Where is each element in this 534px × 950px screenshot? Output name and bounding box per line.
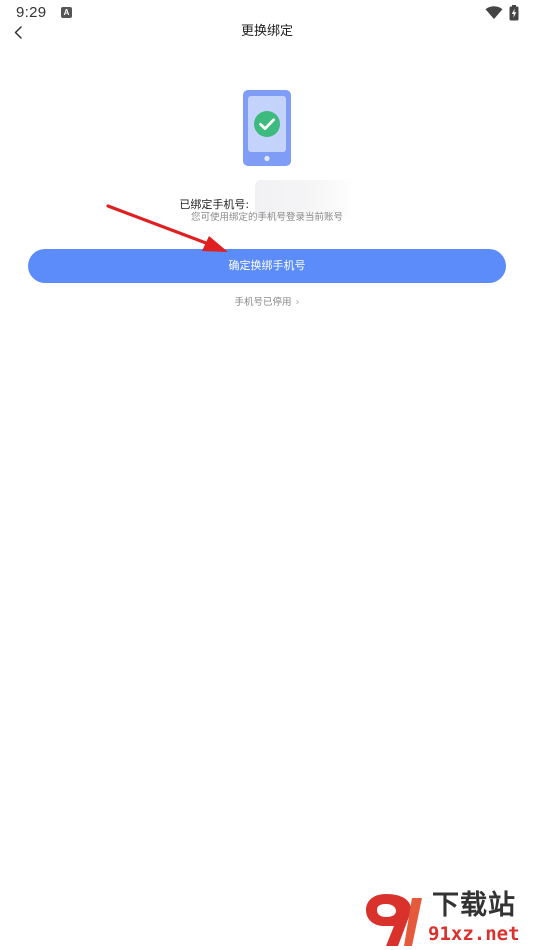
notification-icon: A xyxy=(61,7,72,18)
status-time: 9:29 xyxy=(16,4,47,21)
wifi-icon xyxy=(485,6,503,19)
watermark-site: 91xz.net xyxy=(428,923,520,945)
watermark-logo-icon xyxy=(366,894,422,946)
nav-bar: 更换绑定 xyxy=(0,24,534,66)
chevron-right-icon: › xyxy=(295,297,300,308)
watermark-title: 下载站 xyxy=(432,890,516,921)
status-bar: 9:29 A xyxy=(0,0,534,24)
bound-hint-text: 您可使用绑定的手机号登录当前账号 xyxy=(190,212,343,223)
confirm-rebind-button[interactable]: 确定换绑手机号 xyxy=(28,249,506,283)
number-disabled-link[interactable]: 手机号已停用 › xyxy=(0,296,534,310)
watermark: 下载站 91xz.net xyxy=(364,890,534,950)
phone-check-icon xyxy=(243,90,291,166)
battery-charging-icon xyxy=(509,5,519,21)
number-disabled-label: 手机号已停用 xyxy=(234,297,292,308)
bound-number-label: 已绑定手机号: xyxy=(179,198,250,211)
page-title: 更换绑定 xyxy=(240,24,293,39)
